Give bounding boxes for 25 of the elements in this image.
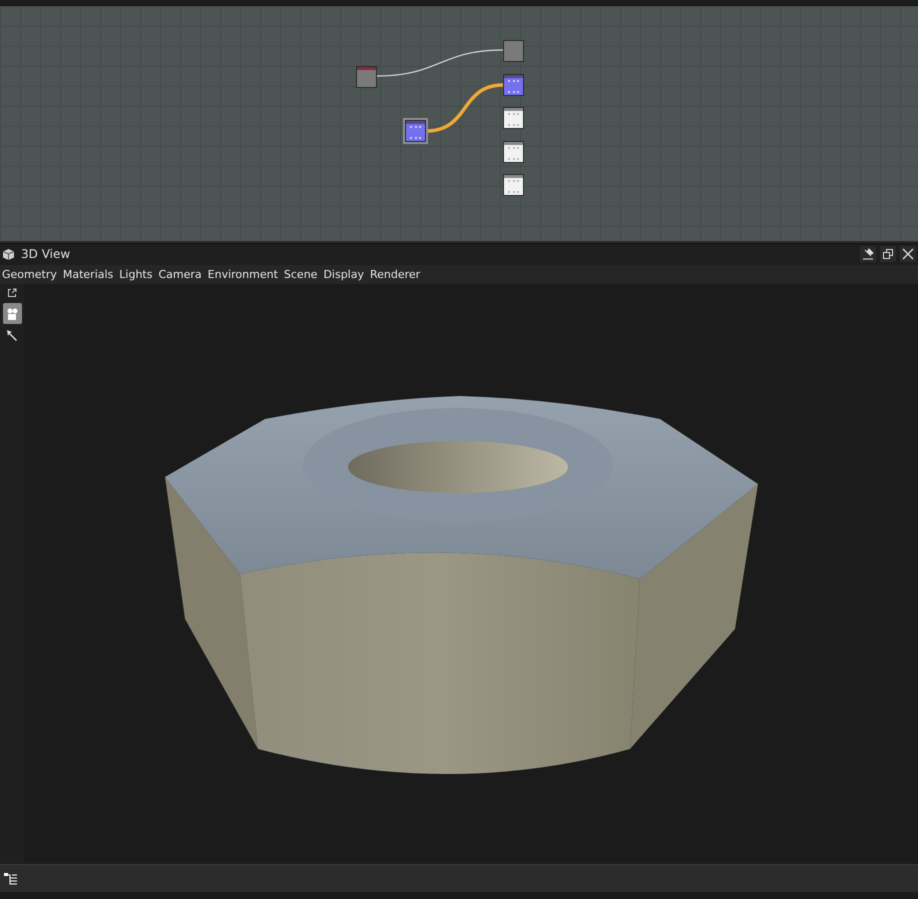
menu-item[interactable]: Camera: [158, 268, 202, 281]
pin-button[interactable]: [860, 246, 876, 262]
graph-node[interactable]: [503, 174, 524, 196]
camera-icon: [5, 306, 19, 321]
menu-item[interactable]: Display: [323, 268, 364, 281]
cursor-arrow-icon[interactable]: [6, 329, 18, 342]
menu-item[interactable]: Environment: [208, 268, 278, 281]
menu-item[interactable]: Renderer: [370, 268, 420, 281]
cube-icon: [2, 248, 15, 261]
menu-item[interactable]: Geometry: [2, 268, 57, 281]
restore-button[interactable]: [880, 246, 896, 262]
graph-node[interactable]: [503, 74, 524, 96]
panel-title: 3D View: [21, 247, 70, 262]
external-link-icon[interactable]: [7, 288, 17, 298]
graph-node[interactable]: [405, 120, 426, 142]
graph-node[interactable]: [503, 106, 524, 129]
hierarchy-icon[interactable]: [4, 872, 18, 885]
graph-node[interactable]: [356, 66, 377, 88]
menu-item[interactable]: Lights: [119, 268, 152, 281]
graph-node[interactable]: [503, 140, 524, 163]
graph-node[interactable]: [503, 40, 524, 62]
camera-tool-button[interactable]: [2, 303, 22, 324]
close-button[interactable]: [900, 246, 916, 262]
menu-item[interactable]: Scene: [284, 268, 318, 281]
menu-item[interactable]: Materials: [62, 268, 114, 281]
